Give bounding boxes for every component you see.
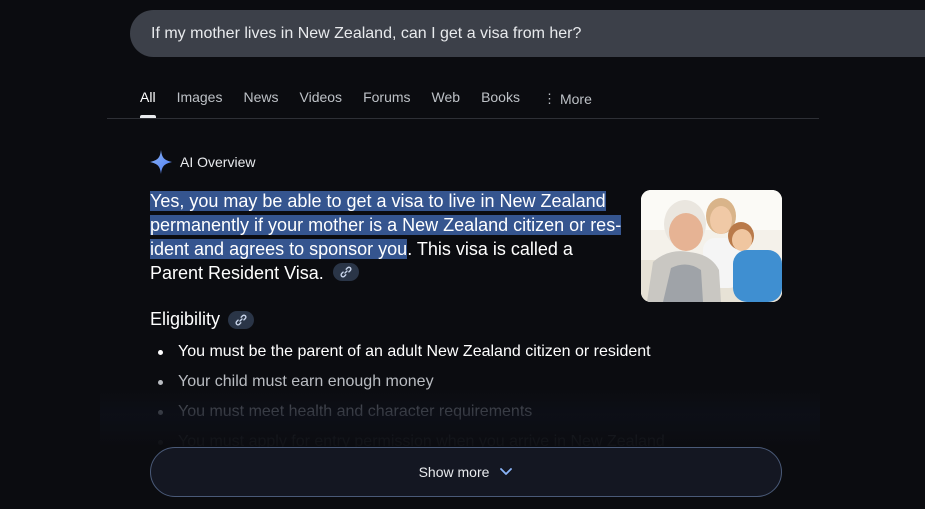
list-item: Your child must earn enough money — [150, 371, 665, 401]
source-link-chip[interactable] — [332, 263, 359, 282]
sparkle-icon — [150, 150, 172, 174]
ai-overview-title: AI Overview — [180, 154, 256, 170]
search-input[interactable] — [151, 24, 911, 43]
eligibility-list: You must be the parent of an adult New Z… — [150, 341, 665, 461]
tab-more[interactable]: ⋮ More — [541, 80, 592, 118]
section-eligibility: Eligibility — [150, 309, 255, 330]
tab-more-label: More — [559, 91, 592, 107]
tab-web[interactable]: Web — [432, 80, 461, 118]
ai-answer: Yes, you may be able to get a visa to li… — [150, 189, 626, 285]
show-more-label: Show more — [418, 464, 490, 480]
link-icon — [235, 314, 247, 325]
list-item: You must be the parent of an adult New Z… — [150, 341, 665, 371]
tab-news[interactable]: News — [243, 80, 278, 118]
tab-books[interactable]: Books — [481, 80, 520, 118]
tabs-divider — [107, 118, 819, 119]
search-tabs: All Images News Videos Forums Web Books … — [140, 80, 613, 118]
link-icon — [340, 266, 352, 278]
family-photo — [641, 190, 782, 302]
section-link-chip[interactable] — [228, 310, 255, 329]
tab-forums[interactable]: Forums — [363, 80, 410, 118]
show-more-button[interactable]: Show more — [150, 447, 782, 497]
ai-overview-header: AI Overview — [150, 150, 255, 174]
section-title: Eligibility — [150, 309, 221, 329]
tab-videos[interactable]: Videos — [300, 80, 343, 118]
more-vert-icon: ⋮ — [542, 91, 556, 106]
answer-thumbnail[interactable] — [641, 190, 782, 302]
tab-all[interactable]: All — [140, 80, 156, 118]
search-bar[interactable] — [130, 10, 925, 57]
list-item: You must meet health and character requi… — [150, 401, 665, 431]
chevron-down-icon — [500, 468, 513, 475]
tab-images[interactable]: Images — [177, 80, 223, 118]
